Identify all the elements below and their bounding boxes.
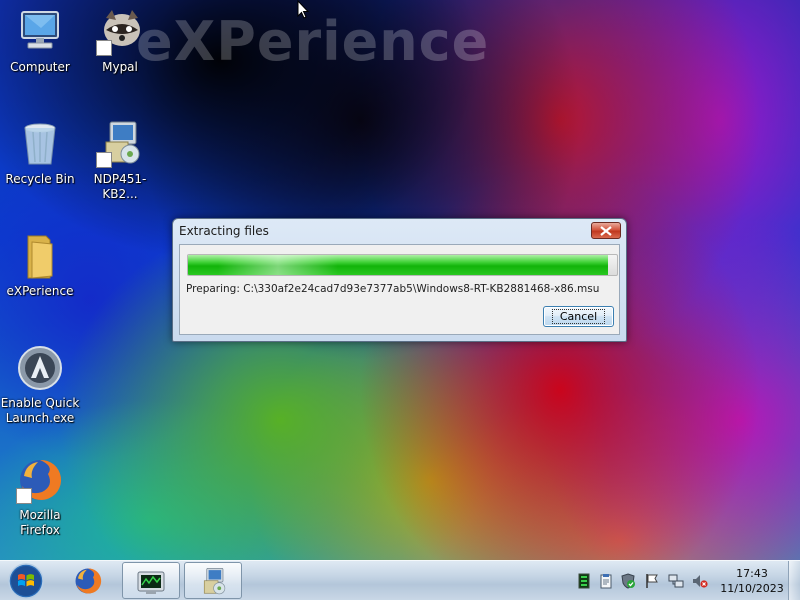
recycle-bin-icon bbox=[16, 120, 64, 168]
folder-icon bbox=[16, 232, 64, 280]
clock-date: 11/10/2023 bbox=[720, 582, 784, 595]
cancel-button[interactable]: Cancel bbox=[543, 306, 614, 327]
desktop-icon-recycle-bin[interactable]: Recycle Bin bbox=[0, 120, 80, 187]
close-icon bbox=[600, 226, 612, 236]
desktop-icon-firefox[interactable]: Mozilla Firefox bbox=[0, 456, 80, 538]
dialog-title: Extracting files bbox=[179, 224, 269, 238]
desktop-icon-label: Mozilla Firefox bbox=[19, 508, 61, 537]
green-bar-icon[interactable] bbox=[576, 573, 592, 589]
desktop-icon-enable-quick-launch[interactable]: Enable Quick Launch.exe bbox=[0, 344, 80, 426]
network-icon[interactable] bbox=[668, 573, 684, 589]
installer-icon bbox=[96, 120, 144, 168]
shortcut-arrow-icon bbox=[96, 152, 112, 168]
taskbar-task-manager-button[interactable] bbox=[122, 562, 180, 599]
windows-start-icon bbox=[8, 563, 44, 599]
installer-icon bbox=[203, 567, 226, 595]
desktop[interactable]: eXPerience Computer Mypal Recycle Bin ND… bbox=[0, 0, 800, 600]
firefox-icon bbox=[75, 568, 102, 594]
cancel-button-label: Cancel bbox=[551, 309, 606, 324]
firefox-icon bbox=[16, 456, 64, 504]
taskbar-firefox-button[interactable] bbox=[60, 562, 118, 599]
desktop-icon-mypal[interactable]: Mypal bbox=[80, 8, 160, 75]
progress-bar bbox=[187, 254, 618, 276]
desktop-icon-label: NDP451-KB2... bbox=[93, 172, 147, 201]
progress-fill bbox=[188, 255, 609, 275]
clock-time: 17:43 bbox=[736, 567, 768, 580]
mypal-icon bbox=[96, 8, 144, 56]
desktop-icon-label: Mypal bbox=[102, 60, 138, 74]
task-manager-icon bbox=[137, 571, 165, 594]
start-button[interactable] bbox=[6, 562, 46, 600]
clock[interactable]: 17:43 11/10/2023 bbox=[712, 566, 792, 596]
status-text: Preparing: C:\330af2e24cad7d93e7377ab5\W… bbox=[186, 283, 600, 295]
show-desktop-button[interactable] bbox=[788, 561, 800, 600]
desktop-icon-label: eXPerience bbox=[6, 284, 74, 298]
clipboard-icon[interactable] bbox=[598, 573, 614, 589]
taskbar: 17:43 11/10/2023 bbox=[0, 560, 800, 600]
mouse-cursor-icon bbox=[297, 0, 310, 19]
desktop-icon-experience-folder[interactable]: eXPerience bbox=[0, 232, 80, 299]
shortcut-arrow-icon bbox=[16, 488, 32, 504]
desktop-icon-ndp451[interactable]: NDP451-KB2... bbox=[80, 120, 160, 202]
launcher-icon bbox=[16, 344, 64, 392]
dialog-body: Preparing: C:\330af2e24cad7d93e7377ab5\W… bbox=[179, 244, 620, 335]
shortcut-arrow-icon bbox=[96, 40, 112, 56]
flag-icon[interactable] bbox=[644, 573, 660, 589]
computer-icon bbox=[16, 8, 64, 56]
close-button[interactable] bbox=[591, 222, 621, 239]
extracting-files-dialog: Extracting files Preparing: C:\330af2e24… bbox=[172, 218, 627, 342]
speaker-mute-icon[interactable] bbox=[692, 573, 708, 589]
desktop-icon-computer[interactable]: Computer bbox=[0, 8, 80, 75]
shield-icon[interactable] bbox=[620, 573, 636, 589]
progress-shine bbox=[218, 255, 338, 275]
desktop-icon-label: Recycle Bin bbox=[5, 172, 75, 186]
desktop-icon-label: Enable Quick Launch.exe bbox=[0, 396, 80, 425]
system-tray bbox=[570, 561, 720, 600]
taskbar-installer-button[interactable] bbox=[184, 562, 242, 599]
wallpaper-watermark: eXPerience bbox=[136, 10, 490, 73]
desktop-icon-label: Computer bbox=[10, 60, 70, 74]
